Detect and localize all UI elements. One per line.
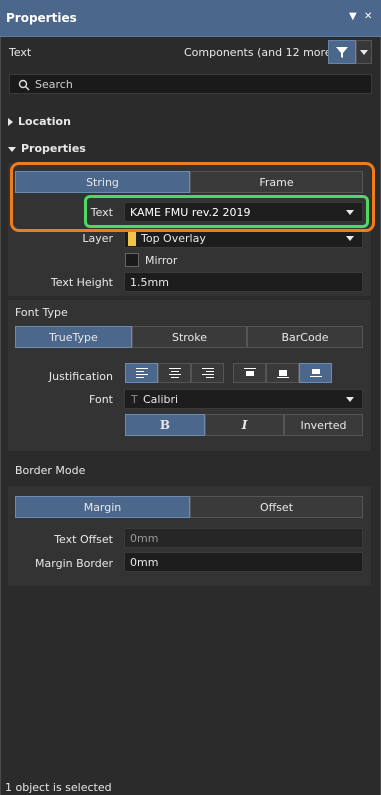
text-height-value: 1.5mm (130, 276, 169, 289)
align-right-button[interactable] (191, 363, 224, 383)
caret-right-icon (8, 118, 13, 126)
border-mode-tabs: Margin Offset (15, 496, 363, 518)
tab-stroke[interactable]: Stroke (132, 326, 247, 348)
chevron-down-icon (360, 50, 368, 55)
search-placeholder: Search (35, 78, 73, 91)
layer-label: Layer (82, 232, 113, 245)
align-top-button[interactable] (233, 363, 266, 383)
margin-border-value: 0mm (130, 556, 159, 569)
close-icon[interactable]: ✕ (364, 11, 372, 22)
align-top-icon (243, 368, 256, 376)
align-middle-icon (276, 370, 289, 378)
justification-label: Justification (48, 370, 113, 383)
object-kind-label: Text (9, 46, 32, 59)
mirror-label: Mirror (145, 254, 178, 267)
bold-button[interactable]: B (125, 414, 205, 436)
align-left-icon (135, 366, 148, 380)
chevron-down-icon (346, 236, 354, 241)
layer-value: Top Overlay (141, 232, 206, 245)
font-label: Font (89, 393, 113, 406)
tab-truetype[interactable]: TrueType (15, 326, 132, 348)
border-mode-title: Border Mode (15, 464, 86, 477)
italic-button[interactable]: I (205, 414, 284, 436)
font-style-group: B I Inverted (125, 414, 363, 436)
align-center-icon (168, 366, 181, 380)
font-type-title: Font Type (15, 306, 68, 319)
text-height-label: Text Height (50, 276, 113, 289)
tab-barcode[interactable]: BarCode (247, 326, 363, 348)
text-offset-placeholder: 0mm (130, 532, 159, 545)
horizontal-justification-group (125, 363, 225, 383)
pin-icon[interactable]: ▼ (349, 11, 357, 22)
panel-title: Properties (6, 11, 77, 25)
align-right-icon (201, 366, 214, 380)
layer-color-swatch (128, 232, 136, 246)
filter-button[interactable] (328, 40, 356, 64)
search-input[interactable]: Search (9, 74, 372, 94)
font-value: Calibri (143, 393, 179, 406)
font-type-tabs: TrueType Stroke BarCode (15, 326, 363, 348)
vertical-justification-group (233, 363, 333, 383)
filter-icon (336, 47, 348, 58)
mirror-checkbox[interactable] (125, 253, 139, 267)
section-location[interactable]: Location (8, 115, 71, 128)
align-bottom-icon (309, 369, 322, 377)
filter-scope-label[interactable]: Components (and 12 more) (184, 46, 336, 59)
truetype-icon: T (131, 393, 138, 406)
chevron-down-icon (346, 397, 354, 402)
highlight-green-frame (84, 195, 369, 228)
font-dropdown[interactable]: T Calibri (124, 389, 363, 409)
align-left-button[interactable] (125, 363, 158, 383)
status-text: 1 object is selected (5, 781, 112, 794)
tab-margin[interactable]: Margin (15, 496, 190, 518)
align-bottom-button[interactable] (299, 363, 332, 383)
text-offset-input[interactable]: 0mm (124, 528, 363, 548)
margin-border-input[interactable]: 0mm (124, 552, 363, 572)
tab-offset[interactable]: Offset (190, 496, 363, 518)
align-middle-button[interactable] (266, 363, 299, 383)
margin-border-label: Margin Border (35, 557, 113, 570)
inverted-button[interactable]: Inverted (284, 414, 363, 436)
panel-titlebar: Properties ▼ ✕ (0, 0, 381, 37)
filter-dropdown-button[interactable] (356, 40, 372, 64)
align-center-button[interactable] (158, 363, 191, 383)
section-properties[interactable]: Properties (8, 142, 86, 155)
text-height-input[interactable]: 1.5mm (124, 272, 363, 292)
caret-down-icon (8, 146, 16, 152)
text-offset-label: Text Offset (54, 533, 113, 546)
search-icon (18, 79, 30, 91)
